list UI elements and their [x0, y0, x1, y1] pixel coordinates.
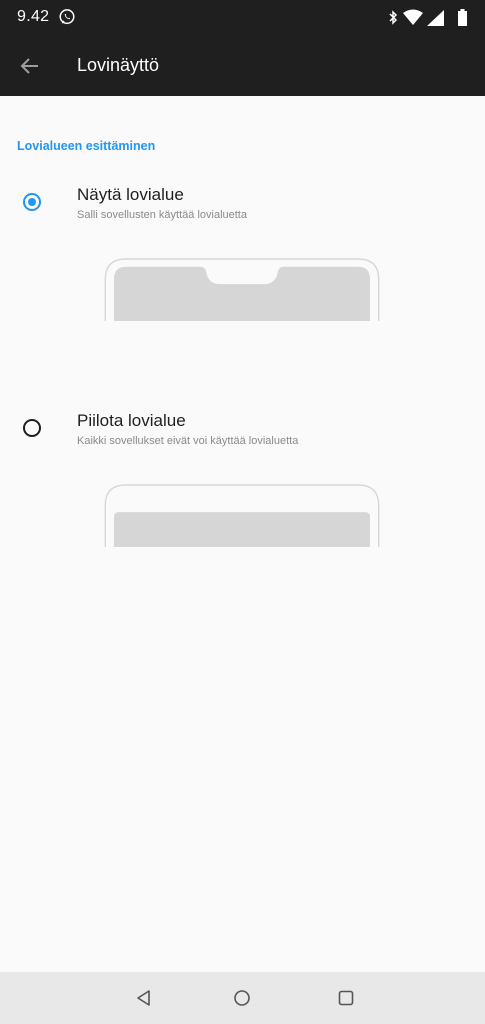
- back-button[interactable]: [12, 48, 48, 84]
- radio-button-show-notch[interactable]: [23, 193, 41, 211]
- notch-preview-illustration: [104, 258, 380, 322]
- signal-icon: [427, 10, 444, 26]
- nav-home-button[interactable]: [230, 986, 254, 1010]
- battery-icon: [458, 9, 467, 26]
- option-show-notch[interactable]: Näytä lovialue Salli sovellusten käyttää…: [0, 178, 485, 242]
- hidden-notch-preview-illustration: [104, 484, 380, 548]
- option-title: Piilota lovialue: [77, 411, 186, 430]
- bluetooth-icon: [389, 10, 398, 25]
- radio-button-hide-notch[interactable]: [23, 419, 41, 437]
- app-bar: Lovinäyttö: [0, 36, 485, 96]
- option-hide-notch[interactable]: Piilota lovialue Kaikki sovellukset eivä…: [0, 404, 485, 468]
- page-title: Lovinäyttö: [77, 55, 160, 75]
- arrow-back-icon: [20, 58, 38, 74]
- navigation-bar: [0, 972, 485, 1024]
- nav-back-button[interactable]: [132, 986, 156, 1010]
- section-header: Lovialueen esittäminen: [17, 139, 156, 153]
- option-subtitle: Kaikki sovellukset eivät voi käyttää lov…: [77, 435, 299, 447]
- option-title: Näytä lovialue: [77, 185, 184, 204]
- nav-recents-button[interactable]: [334, 986, 358, 1010]
- wifi-icon: [403, 9, 423, 25]
- recents-square-icon: [338, 990, 354, 1006]
- whatsapp-icon: [59, 9, 75, 25]
- option-subtitle: Salli sovellusten käyttää lovialuetta: [77, 209, 247, 221]
- status-bar: 9.42: [0, 0, 485, 36]
- status-time: 9.42: [17, 8, 50, 25]
- back-triangle-icon: [137, 990, 150, 1006]
- home-circle-icon: [234, 990, 250, 1006]
